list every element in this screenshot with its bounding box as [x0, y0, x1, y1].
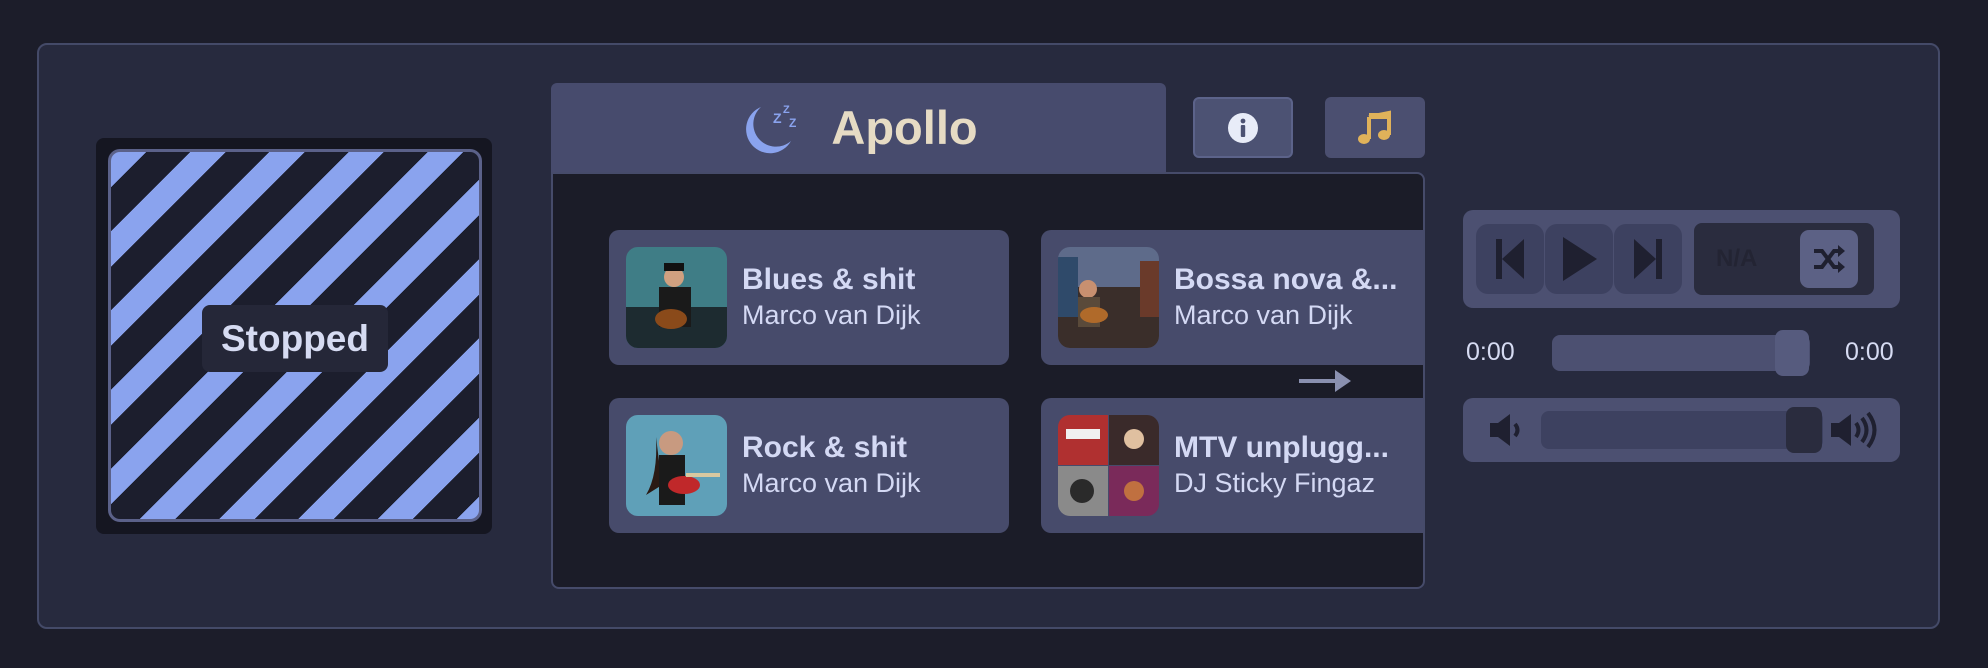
playlist-card[interactable]: Rock & shit Marco van Dijk	[609, 398, 1009, 533]
playlist-artist: Marco van Dijk	[742, 468, 921, 498]
playback-mode: N/A	[1694, 223, 1874, 295]
progress-handle[interactable]	[1775, 330, 1809, 376]
playlist-title: MTV unplugg...	[1174, 431, 1389, 464]
volume-control	[1463, 398, 1900, 462]
next-button[interactable]	[1614, 224, 1682, 294]
progress-bar[interactable]	[1552, 335, 1810, 371]
volume-handle[interactable]	[1786, 407, 1822, 453]
app-title: Apollo	[831, 101, 978, 154]
volume-slider[interactable]	[1541, 411, 1823, 449]
playlist-panel: Blues & shit Marco van Dijk Bossa nova &…	[551, 172, 1425, 589]
playlist-cover	[1058, 415, 1159, 516]
previous-button[interactable]	[1476, 224, 1544, 294]
skip-back-icon	[1496, 239, 1524, 279]
skip-forward-icon	[1634, 239, 1662, 279]
music-note-icon	[1358, 110, 1391, 144]
playlist-artist: Marco van Dijk	[1174, 300, 1353, 330]
app-header: Z Z Z Apollo	[551, 83, 1166, 172]
svg-text:Z: Z	[773, 110, 782, 126]
play-button[interactable]	[1545, 224, 1613, 294]
moon-sleep-icon: Z Z Z	[746, 104, 797, 153]
playlist-card[interactable]: Bossa nova &... Marco van Dijk	[1041, 230, 1423, 365]
info-button[interactable]	[1193, 97, 1293, 158]
playlist-cover	[1058, 247, 1159, 348]
playlist-cover	[626, 415, 727, 516]
playback-status: Stopped	[202, 305, 388, 372]
playlist-title: Rock & shit	[742, 431, 908, 464]
svg-text:Z: Z	[783, 104, 790, 116]
shuffle-icon	[1814, 245, 1845, 273]
playlist-card[interactable]: Blues & shit Marco van Dijk	[609, 230, 1009, 365]
playlist-artist: Marco van Dijk	[742, 300, 921, 330]
playlist-cover	[626, 247, 727, 348]
playlist-card[interactable]: MTV unplugg... DJ Sticky Fingaz	[1041, 398, 1423, 533]
svg-text:Z: Z	[789, 116, 796, 130]
playlist-artist: DJ Sticky Fingaz	[1174, 468, 1376, 498]
shuffle-button[interactable]	[1800, 230, 1858, 288]
volume-high-icon[interactable]	[1829, 410, 1879, 450]
elapsed-time: 0:00	[1466, 338, 1515, 366]
duration-time: 0:00	[1845, 338, 1894, 366]
play-icon	[1563, 237, 1597, 281]
volume-low-icon[interactable]	[1488, 410, 1528, 450]
info-icon	[1228, 112, 1258, 143]
playlist-title: Bossa nova &...	[1174, 263, 1398, 296]
playlist-title: Blues & shit	[742, 263, 916, 296]
mode-label: N/A	[1716, 245, 1758, 272]
music-button[interactable]	[1325, 97, 1425, 158]
transport-controls: N/A	[1463, 210, 1900, 308]
arrow-right-icon[interactable]	[1297, 366, 1353, 396]
